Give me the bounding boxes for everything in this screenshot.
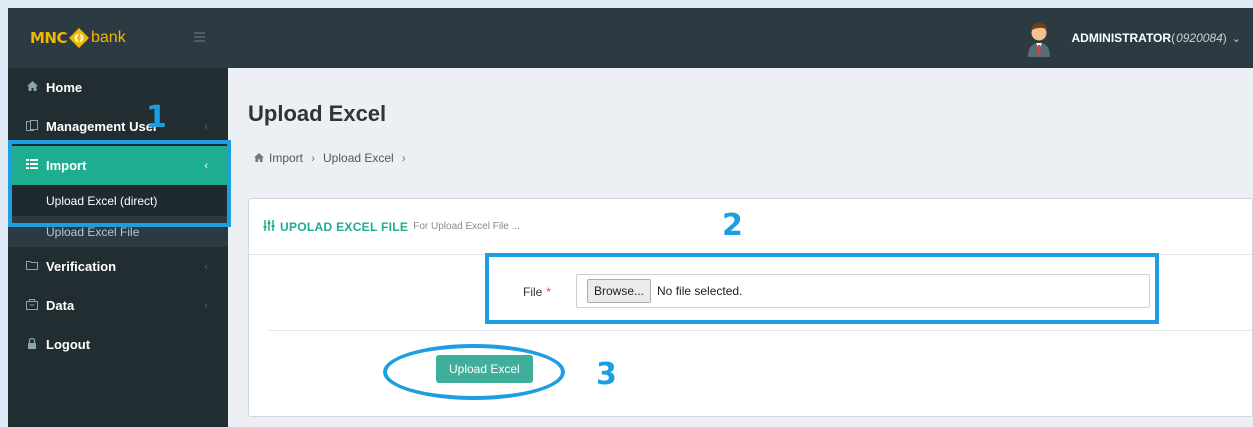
annotation-number-2: 2 <box>722 208 743 243</box>
box-subtitle: For Upload Excel File ... <box>413 221 520 232</box>
sliders-icon <box>263 218 275 236</box>
chevron-left-icon: ‹ <box>204 260 208 273</box>
user-code-open-paren: ( <box>1171 31 1176 45</box>
sidebar-item-label: Logout <box>46 337 91 352</box>
annotation-ellipse-3 <box>383 344 565 400</box>
chevron-right-icon: › <box>311 151 316 165</box>
sidebar-item-label: Verification <box>46 259 117 274</box>
breadcrumb: Import › Upload Excel › <box>228 143 1253 173</box>
sidebar-item-label: Management User <box>46 119 158 134</box>
logo-bank-text: bank <box>91 29 126 46</box>
top-navbar: MNC bank ADMINISTRATOR (0920084) ⌄ <box>8 8 1253 68</box>
user-menu[interactable]: ADMINISTRATOR ( 0920084 ) ⌄ <box>1024 8 1253 68</box>
users-icon <box>24 119 40 134</box>
lock-icon <box>24 337 40 352</box>
main-content: Upload Excel Import › Upload Excel › UPO… <box>228 68 1253 427</box>
app-window: MNC bank ADMINISTRATOR (0920084) ⌄ Hom… <box>8 8 1253 427</box>
logo-mnc-text: MNC <box>30 29 68 47</box>
user-avatar-icon <box>1024 19 1054 57</box>
sidebar-item-logout[interactable]: Logout <box>8 325 228 364</box>
chevron-left-icon: ‹ <box>204 299 208 312</box>
sidebar-toggle-icon[interactable] <box>194 32 205 42</box>
chevron-right-icon: › <box>401 151 406 165</box>
breadcrumb-item-import[interactable]: Import <box>269 151 303 165</box>
user-name: ADMINISTRATOR <box>1071 31 1172 45</box>
chevron-left-icon: ‹ <box>204 120 208 133</box>
sidebar-item-label: Data <box>46 298 75 313</box>
home-icon <box>24 81 40 94</box>
box-header: UPOLAD EXCEL FILE For Upload Excel File … <box>249 199 1253 255</box>
sidebar-item-verification[interactable]: Verification ‹ <box>8 247 228 286</box>
archive-icon <box>24 298 40 313</box>
sidebar-item-data[interactable]: Data ‹ <box>8 286 228 325</box>
user-code-close-paren: ) <box>1222 31 1227 45</box>
annotation-box-2 <box>485 253 1159 324</box>
page-title: Upload Excel <box>248 101 387 126</box>
annotation-box-1 <box>8 140 231 227</box>
annotation-number-3: 3 <box>596 357 617 392</box>
annotation-number-1: 1 <box>146 100 167 135</box>
user-code: 0920084 <box>1176 31 1223 45</box>
breadcrumb-item-upload-excel[interactable]: Upload Excel <box>323 151 394 165</box>
sidebar-item-home[interactable]: Home <box>8 68 228 107</box>
home-icon <box>254 151 264 165</box>
divider <box>268 330 1253 331</box>
sidebar: Home Management User ‹ Import ‹ Upload E… <box>8 68 228 427</box>
chevron-down-icon: ⌄ <box>1231 32 1241 45</box>
folder-icon <box>24 260 40 273</box>
box-title: UPOLAD EXCEL FILE <box>280 219 409 234</box>
sidebar-item-label: Home <box>46 80 83 95</box>
diamond-logo-icon <box>68 27 90 49</box>
